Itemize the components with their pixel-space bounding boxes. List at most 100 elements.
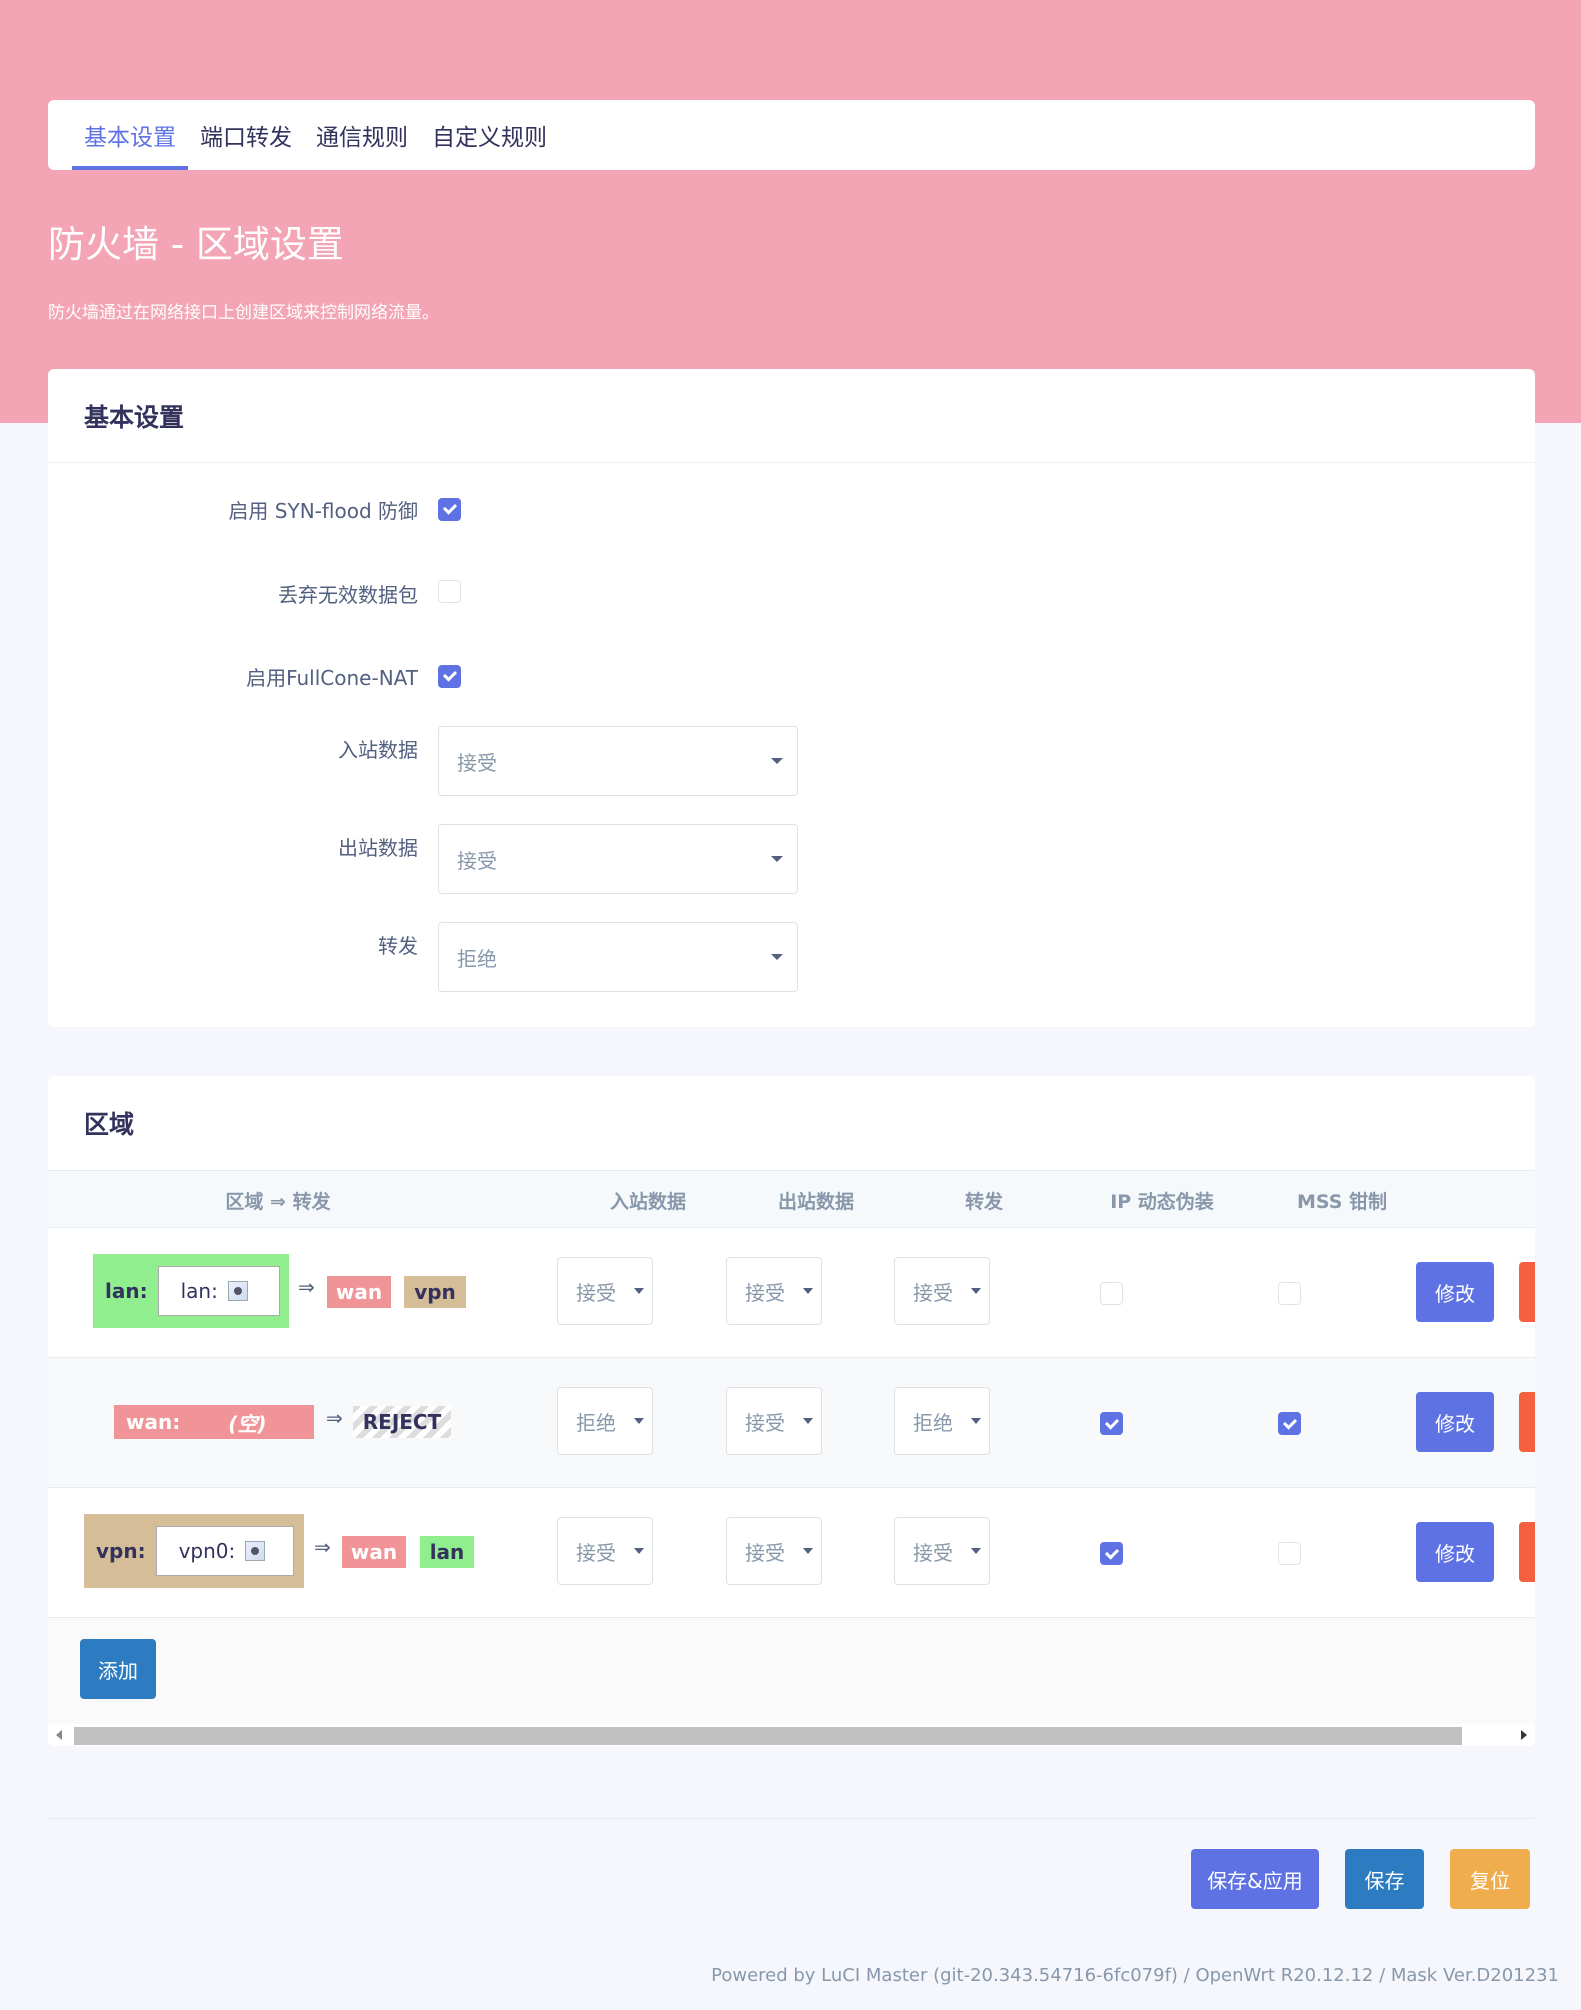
- zone-masquerade-checkbox[interactable]: [1100, 1412, 1123, 1435]
- zone-mss-checkbox[interactable]: [1278, 1412, 1301, 1435]
- forward-policy-select[interactable]: 拒绝: [438, 922, 798, 992]
- select-value: 接受: [745, 1280, 785, 1305]
- tab-custom-rules[interactable]: 自定义规则: [420, 100, 559, 170]
- chevron-down-icon: [771, 856, 783, 862]
- zone-interface: lan:: [157, 1266, 280, 1316]
- zone-masquerade-checkbox[interactable]: [1100, 1542, 1123, 1565]
- tab-basic-settings[interactable]: 基本设置: [72, 100, 188, 170]
- input-policy-select[interactable]: 接受: [438, 726, 798, 796]
- basic-settings-header: 基本设置: [48, 369, 1535, 463]
- zone-input-select[interactable]: 接受: [557, 1257, 653, 1325]
- zone-interface-empty: (空): [228, 1411, 267, 1436]
- tab-port-forwarding[interactable]: 端口转发: [188, 100, 304, 170]
- zone-output-select[interactable]: 接受: [726, 1517, 822, 1585]
- zone-input-select[interactable]: 接受: [557, 1517, 653, 1585]
- zone-edit-button[interactable]: 修改: [1416, 1262, 1494, 1322]
- chevron-down-icon: [803, 1418, 813, 1424]
- select-value: 接受: [745, 1410, 785, 1435]
- forward-arrow: ⇒: [326, 1406, 343, 1430]
- zone-edit-button[interactable]: 修改: [1416, 1522, 1494, 1582]
- forward-target-reject: REJECT: [353, 1406, 451, 1438]
- chevron-down-icon: [634, 1548, 644, 1554]
- chevron-down-icon: [971, 1288, 981, 1294]
- chevron-down-icon: [803, 1548, 813, 1554]
- forward-arrow: ⇒: [298, 1275, 315, 1299]
- zone-forward-select[interactable]: 拒绝: [894, 1387, 990, 1455]
- output-policy-value: 接受: [457, 848, 497, 873]
- scroll-right-icon[interactable]: [1521, 1730, 1527, 1740]
- tab-bar: 基本设置 端口转发 通信规则 自定义规则: [48, 100, 1535, 170]
- select-value: 接受: [576, 1280, 616, 1305]
- chevron-down-icon: [971, 1548, 981, 1554]
- chevron-down-icon: [634, 1418, 644, 1424]
- fullcone-checkbox[interactable]: [438, 664, 461, 688]
- forward-target-lan: lan: [420, 1536, 474, 1568]
- col-mss-clamping: MSS 钳制: [1296, 1190, 1388, 1213]
- zones-header: 区域: [48, 1076, 1535, 1170]
- drop-invalid-checkbox[interactable]: [438, 579, 461, 603]
- zone-delete-button[interactable]: [1519, 1262, 1535, 1322]
- zone-interface-label: lan:: [180, 1279, 218, 1303]
- save-button[interactable]: 保存: [1345, 1849, 1424, 1909]
- tab-traffic-rules[interactable]: 通信规则: [304, 100, 420, 170]
- table-row: lan: lan: ⇒ wan vpn 接受 接受 接受 修改: [48, 1228, 1535, 1358]
- fullcone-row: 启用FullCone-NAT: [48, 641, 1535, 711]
- chevron-down-icon: [771, 758, 783, 764]
- zones-table-header: 区域 ⇒ 转发 入站数据 出站数据 转发 IP 动态伪装 MSS 钳制: [48, 1170, 1535, 1228]
- zone-badge-wan: wan: (空): [114, 1405, 314, 1439]
- zone-interface-label: vpn0:: [178, 1539, 236, 1563]
- col-output: 出站数据: [777, 1190, 854, 1213]
- horizontal-scrollbar[interactable]: [48, 1724, 1535, 1746]
- add-zone-button[interactable]: 添加: [80, 1639, 156, 1699]
- table-row: vpn: vpn0: ⇒ wan lan 接受 接受 接受 修改: [48, 1488, 1535, 1618]
- zone-forward-select[interactable]: 接受: [894, 1257, 990, 1325]
- forward-target-vpn: vpn: [404, 1276, 466, 1308]
- zone-badge-lan: lan: lan:: [93, 1254, 289, 1328]
- forward-policy-label: 转发: [378, 934, 418, 958]
- zone-name: wan:: [126, 1410, 181, 1434]
- col-input: 入站数据: [609, 1190, 686, 1213]
- save-apply-button[interactable]: 保存&应用: [1191, 1849, 1319, 1909]
- syn-flood-checkbox[interactable]: [438, 497, 461, 521]
- network-interface-icon: [227, 1281, 248, 1301]
- input-policy-value: 接受: [457, 750, 497, 775]
- forward-target-wan: wan: [327, 1276, 391, 1308]
- network-interface-icon: [245, 1541, 266, 1561]
- output-policy-select[interactable]: 接受: [438, 824, 798, 894]
- drop-invalid-label: 丢弃无效数据包: [278, 582, 418, 607]
- zone-name: vpn:: [96, 1539, 146, 1563]
- zone-mss-checkbox[interactable]: [1278, 1542, 1301, 1565]
- header-background: [0, 0, 1581, 423]
- forward-policy-value: 拒绝: [457, 946, 497, 971]
- output-policy-label: 出站数据: [338, 836, 418, 860]
- reset-button[interactable]: 复位: [1450, 1849, 1530, 1909]
- chevron-down-icon: [803, 1288, 813, 1294]
- col-zone-forward: 区域 ⇒ 转发: [225, 1190, 331, 1213]
- select-value: 拒绝: [576, 1410, 616, 1435]
- fullcone-label: 启用FullCone-NAT: [246, 665, 418, 690]
- page-description: 防火墙通过在网络接口上创建区域来控制网络流量。: [48, 303, 439, 323]
- forward-arrow: ⇒: [314, 1535, 331, 1559]
- zone-mss-checkbox[interactable]: [1278, 1282, 1301, 1305]
- chevron-down-icon: [771, 954, 783, 960]
- select-value: 接受: [745, 1540, 785, 1565]
- zone-output-select[interactable]: 接受: [726, 1257, 822, 1325]
- zone-delete-button[interactable]: [1519, 1522, 1535, 1582]
- zone-name: lan:: [105, 1279, 148, 1303]
- zone-interface: vpn0:: [155, 1526, 294, 1576]
- chevron-down-icon: [634, 1288, 644, 1294]
- syn-flood-label: 启用 SYN-flood 防御: [228, 498, 418, 523]
- forward-target-wan: wan: [342, 1536, 406, 1568]
- zone-forward-select[interactable]: 接受: [894, 1517, 990, 1585]
- zone-masquerade-checkbox[interactable]: [1100, 1282, 1123, 1305]
- scroll-left-icon[interactable]: [56, 1730, 62, 1740]
- drop-invalid-row: 丢弃无效数据包: [48, 558, 1535, 628]
- zone-output-select[interactable]: 接受: [726, 1387, 822, 1455]
- zone-delete-button[interactable]: [1519, 1392, 1535, 1452]
- zone-input-select[interactable]: 拒绝: [557, 1387, 653, 1455]
- zone-edit-button[interactable]: 修改: [1416, 1392, 1494, 1452]
- page-title: 防火墙 - 区域设置: [48, 223, 344, 266]
- select-value: 接受: [913, 1280, 953, 1305]
- input-policy-label: 入站数据: [338, 738, 418, 762]
- scrollbar-thumb[interactable]: [74, 1727, 1462, 1745]
